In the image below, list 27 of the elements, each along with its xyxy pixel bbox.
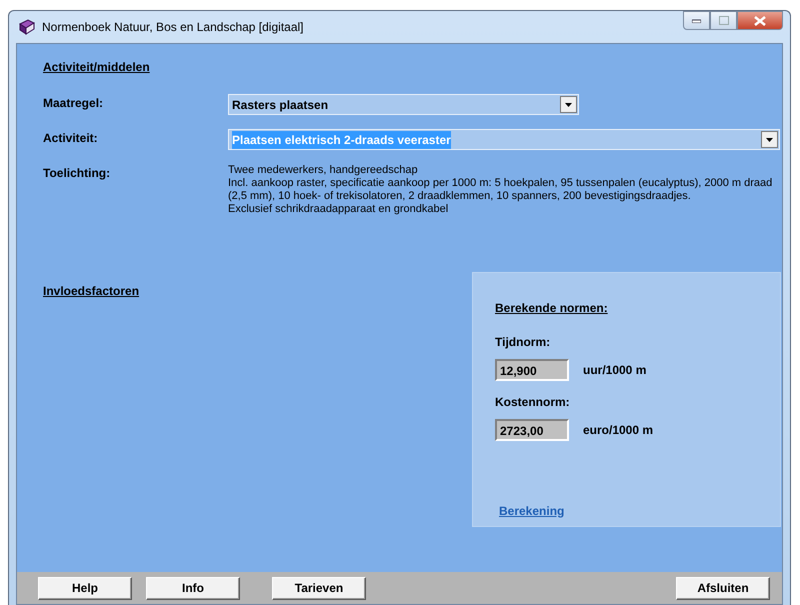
minimize-icon (692, 18, 701, 22)
minimize-button[interactable] (683, 11, 710, 30)
section-heading: Activiteit/middelen (43, 59, 151, 76)
description-text: Exclusief schrikdraadapparaat en grondkabel (228, 203, 450, 216)
maximize-icon (718, 16, 728, 25)
result-label: Kostennorm: (495, 394, 571, 411)
calculation-link[interactable]: Berekening (499, 504, 564, 518)
dialog-button[interactable]: Info (146, 576, 240, 600)
result-field: 12,900 (495, 359, 569, 381)
field-label: Toelichting: (43, 165, 112, 182)
window-title: Normenboek Natuur, Bos en Landschap [digitaal] (42, 19, 304, 36)
close-button[interactable] (737, 11, 783, 30)
close-icon (754, 16, 766, 26)
dialog-button[interactable]: Tarieven (272, 576, 366, 600)
field-label: Activiteit: (43, 130, 99, 147)
unit-label: uur/1000 m (583, 362, 646, 379)
description-text: Incl. aankoop raster, specificatie aankoop per 1000 m: 5 hoekpalen, 95 tussenpalen (eucalyptus), 2000 m draad (2,5 mm), 10 hoek- of trekisolatoren, 2 draadklemmen, 10 spanners, 200 bevestigingsdraadjes. (228, 177, 773, 203)
result-label: Tijdnorm: (495, 334, 552, 351)
unit-label: euro/1000 m (583, 422, 654, 439)
result-field: 2723,00 (495, 419, 569, 441)
panel-heading: Berekende normen: (495, 300, 609, 317)
dialog-button[interactable]: Afsluiten (676, 576, 770, 600)
dropdown-field[interactable]: Rasters plaatsen (228, 94, 579, 115)
section-heading: Invloedsfactoren (43, 283, 140, 300)
field-label: Maatregel: (43, 95, 104, 112)
description-text: Twee medewerkers, handgereedschap (228, 164, 419, 177)
dialog-button[interactable]: Help (38, 576, 132, 600)
